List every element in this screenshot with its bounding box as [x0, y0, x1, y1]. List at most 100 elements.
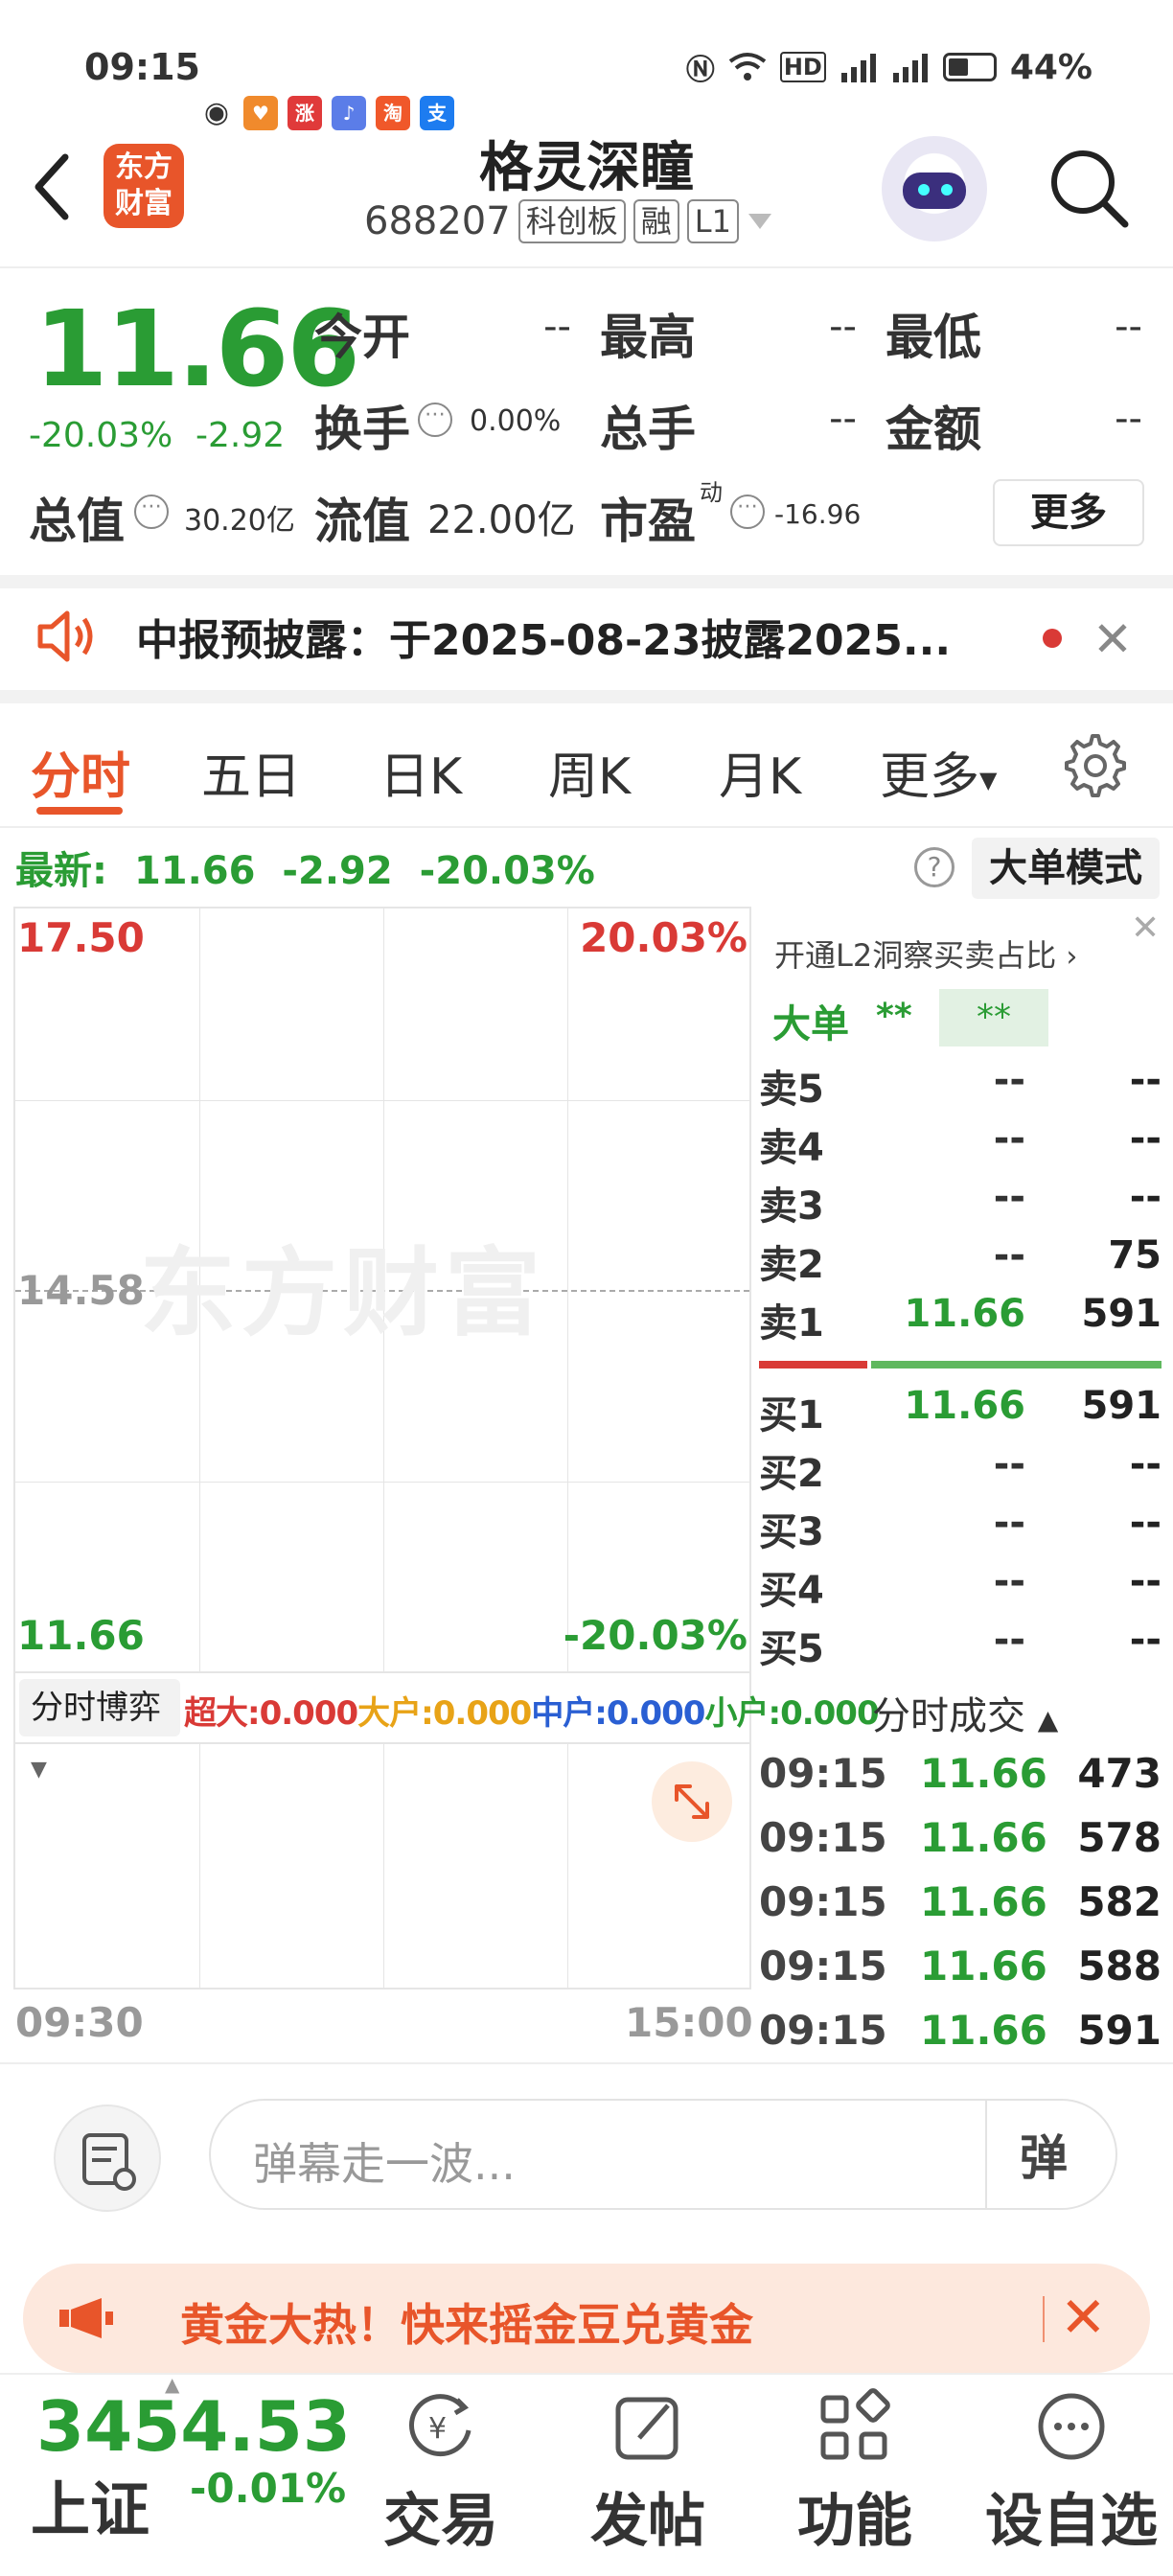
expand-chart-icon[interactable]: [652, 1761, 732, 1842]
robot-assistant-avatar[interactable]: [882, 136, 987, 242]
danmaku-divider: [985, 2101, 987, 2208]
intraday-game-selector[interactable]: 分时博弈 ▼: [19, 1679, 180, 1782]
l2-upgrade-link[interactable]: 开通L2洞察买卖占比 ›: [774, 932, 1077, 976]
ask-volume: 75: [1108, 1233, 1162, 1277]
header-divider: [0, 266, 1173, 268]
high-label: 最高: [600, 310, 696, 365]
nav-post-label: 发帖: [590, 2488, 705, 2555]
mktcap-info-icon[interactable]: ⋯: [134, 494, 169, 529]
tab-weekly-k[interactable]: 周K: [548, 736, 631, 808]
ask-row[interactable]: 卖3 -- --: [759, 1175, 1162, 1232]
amount-value: --: [1115, 397, 1142, 441]
flow-small: 小户:0.000: [704, 1694, 879, 1733]
chart-mid-price: 14.58: [17, 1267, 145, 1314]
bid-volume: --: [1129, 1559, 1162, 1603]
intraday-chart[interactable]: 东方财富 17.50 20.03% 14.58 11.66 -20.03%: [13, 907, 751, 1673]
bid-price: --: [993, 1559, 1025, 1603]
bid-label: 买4: [759, 1569, 824, 1613]
gear-icon[interactable]: [1062, 732, 1129, 799]
open-label: 今开: [314, 310, 410, 365]
bid-row[interactable]: 买4 -- --: [759, 1559, 1162, 1617]
flow-medium: 中户:0.000: [531, 1694, 705, 1733]
tick-time: 09:15: [759, 1878, 887, 1925]
capital-flows: 超大:0.000大户:0.000中户:0.000小户:0.000: [184, 1687, 880, 1734]
bid-price: 11.66: [904, 1384, 1025, 1428]
stock-subtitle[interactable]: 688207 科创板 融 L1: [364, 199, 773, 243]
mktcap-value: 30.20亿: [184, 504, 295, 538]
pe-value: -16.96: [774, 498, 862, 530]
index-value[interactable]: 3454.53: [36, 2386, 351, 2467]
wifi-icon: [728, 53, 767, 80]
more-quote-button[interactable]: 更多: [993, 479, 1144, 546]
nav-watchlist-label: 设自选: [985, 2488, 1158, 2555]
promo-text[interactable]: 黄金大热！快来摇金豆兑黄金: [180, 2290, 753, 2354]
nav-trade[interactable]: ¥ 交易: [355, 2382, 527, 2564]
ask-volume: 591: [1081, 1292, 1162, 1336]
tab-monthly-k[interactable]: 月K: [719, 736, 801, 808]
bid-label: 买2: [759, 1452, 824, 1496]
ask-label: 卖4: [759, 1126, 824, 1170]
ask-price: 11.66: [904, 1292, 1025, 1336]
big-order-mode-button[interactable]: 大单模式: [972, 838, 1160, 899]
ask-row[interactable]: 卖5 -- --: [759, 1058, 1162, 1116]
pe-info-icon[interactable]: ⋯: [730, 494, 765, 529]
bid-row[interactable]: 买5 -- --: [759, 1618, 1162, 1675]
status-app-icons: ◉ ♥ 涨 ♪ 淘支: [199, 48, 454, 130]
tick-volume: 591: [1077, 2007, 1162, 2054]
latest-pct: -20.03%: [419, 849, 595, 893]
l2-prompt-text: 开通L2洞察买卖占比: [774, 937, 1057, 974]
danmaku-placeholder: 弹幕走一波...: [253, 2138, 516, 2190]
bid-volume: --: [1129, 1442, 1162, 1486]
signal-icon-2: [892, 54, 928, 82]
tab-five-day[interactable]: 五日: [201, 736, 301, 808]
ask-row[interactable]: 卖4 -- --: [759, 1116, 1162, 1174]
big-order-sell: **: [939, 989, 1048, 1046]
ask-volume: --: [1129, 1116, 1162, 1161]
search-icon[interactable]: [1045, 144, 1131, 230]
indicator-subchart[interactable]: [13, 1742, 751, 1990]
promo-close-icon[interactable]: ✕: [1060, 2285, 1107, 2350]
ticks-header[interactable]: 分时成交 ▲: [872, 1685, 1058, 1740]
turnover-info-icon[interactable]: ⋯: [418, 402, 452, 437]
tab-more[interactable]: 更多▼: [880, 736, 997, 808]
chart-top-price: 17.50: [17, 914, 145, 961]
ask-row[interactable]: 卖2 -- 75: [759, 1233, 1162, 1291]
danmaku-settings-button[interactable]: [54, 2104, 161, 2212]
ask-price: --: [993, 1233, 1025, 1277]
notice-close-icon[interactable]: ✕: [1092, 611, 1133, 667]
high-value: --: [829, 305, 857, 349]
bid-row[interactable]: 买3 -- --: [759, 1501, 1162, 1558]
help-icon[interactable]: ?: [914, 847, 954, 887]
index-name[interactable]: 上证: [31, 2461, 150, 2547]
battery-level: 44%: [1009, 47, 1092, 87]
ask-label: 卖2: [759, 1243, 824, 1287]
tick-price: 11.66: [920, 1750, 1047, 1797]
chart-top-pct: 20.03%: [580, 914, 748, 961]
board-tag: 科创板: [518, 199, 626, 243]
l2-close-icon[interactable]: ✕: [1131, 908, 1160, 948]
time-axis-start: 09:30: [15, 1999, 144, 2046]
bid-row[interactable]: 买1 11.66 591: [759, 1384, 1162, 1441]
ask-row[interactable]: 卖1 11.66 591: [759, 1292, 1162, 1349]
tick-time: 09:15: [759, 1750, 887, 1797]
nav-functions[interactable]: 功能: [769, 2382, 941, 2564]
bid-row[interactable]: 买2 -- --: [759, 1442, 1162, 1500]
tab-intraday[interactable]: 分时: [31, 736, 130, 808]
stock-code: 688207: [364, 199, 511, 243]
mktcap-label: 总值: [29, 494, 125, 549]
tick-volume: 578: [1077, 1814, 1162, 1861]
tick-price: 11.66: [920, 1878, 1047, 1925]
sort-up-icon: ▲: [1037, 1704, 1059, 1736]
status-right: Ⓝ HD 44%: [686, 46, 1092, 88]
notice-text[interactable]: 中报预披露：于2025-08-23披露2025...: [136, 606, 951, 667]
latest-label: 最新:: [15, 849, 107, 893]
signal-icon-1: [840, 54, 876, 82]
nav-post[interactable]: 发帖: [562, 2382, 734, 2564]
tab-daily-k[interactable]: 日K: [380, 736, 462, 808]
danmaku-send-button[interactable]: 弹: [1020, 2120, 1068, 2189]
nav-watchlist[interactable]: 设自选: [976, 2382, 1167, 2564]
bid-price: --: [993, 1442, 1025, 1486]
volume-label: 总手: [600, 402, 696, 457]
tick-price: 11.66: [920, 2007, 1047, 2054]
dropdown-triangle-icon[interactable]: [747, 212, 773, 231]
